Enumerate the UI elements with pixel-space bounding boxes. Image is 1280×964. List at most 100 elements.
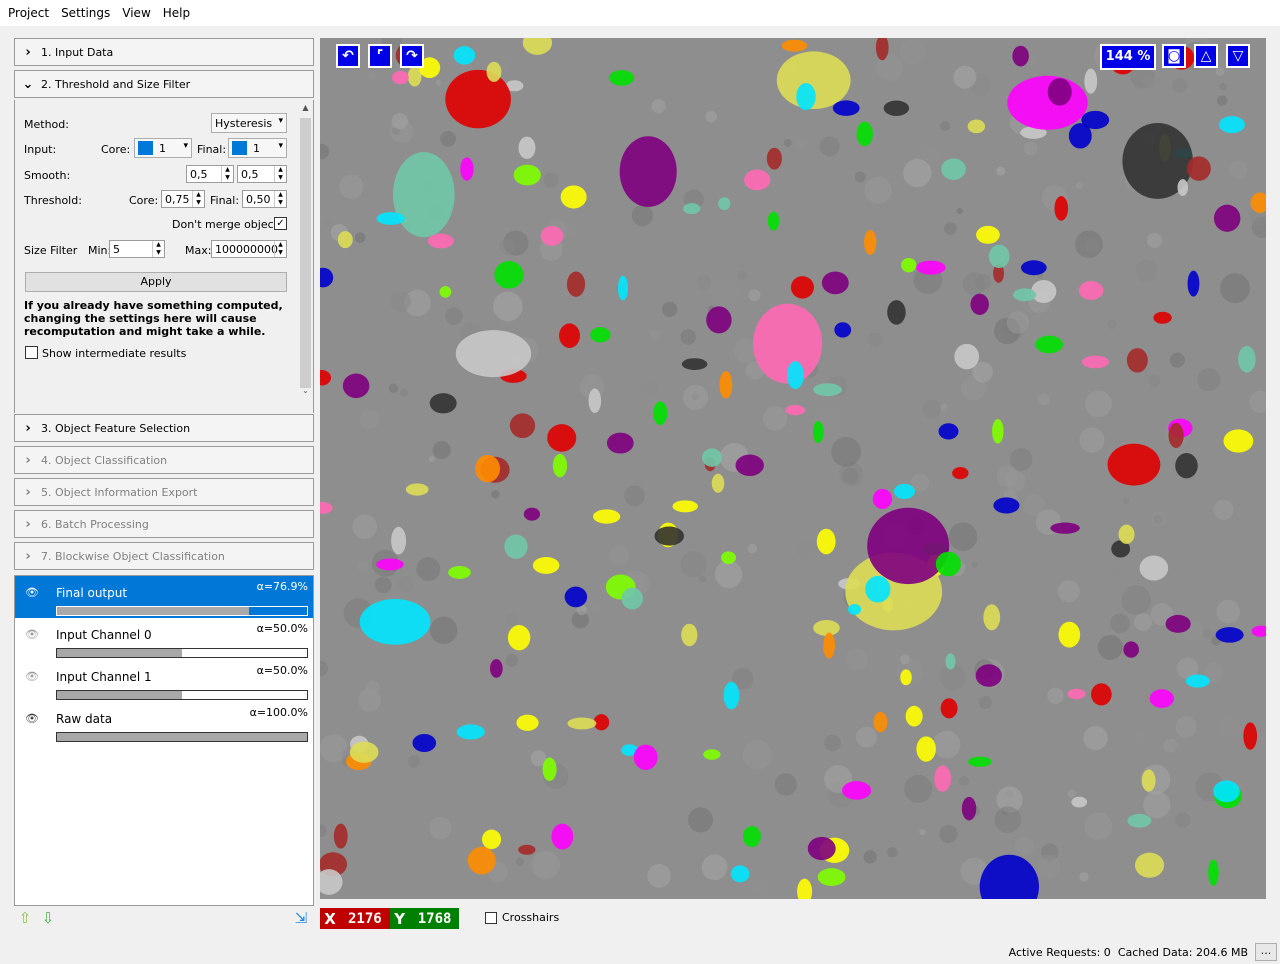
- eye-icon[interactable]: 👁: [25, 628, 39, 641]
- applet-object-information-export[interactable]: › 5. Object Information Export: [14, 478, 314, 506]
- applet-object-classification[interactable]: › 4. Object Classification: [14, 446, 314, 474]
- layer-opacity-label: α=50.0%: [256, 622, 308, 635]
- applet-label: 5. Object Information Export: [41, 485, 198, 499]
- spin-arrows-icon[interactable]: ▲ ▼: [274, 166, 286, 182]
- applet-label: 7. Blockwise Object Classification: [41, 549, 225, 563]
- export-layer-icon[interactable]: ⇲: [291, 908, 311, 928]
- chevron-right-icon: ›: [25, 548, 31, 564]
- chevron-down-icon: ▾: [278, 141, 283, 151]
- method-select[interactable]: Hysteresis ▾: [211, 113, 287, 133]
- applet-blockwise-object-classification[interactable]: › 7. Blockwise Object Classification: [14, 542, 314, 570]
- triangle-up-icon[interactable]: △: [1194, 44, 1218, 68]
- fit-view-icon[interactable]: ⌜: [368, 44, 392, 68]
- opacity-fill: [57, 607, 250, 615]
- image-viewer[interactable]: ↶ ⌜ ↷ 144 % ◙ △ ▽: [320, 38, 1266, 899]
- layer-name: Input Channel 1: [56, 670, 152, 684]
- applet-batch-processing[interactable]: › 6. Batch Processing: [14, 510, 314, 538]
- opacity-slider[interactable]: [56, 690, 308, 700]
- core-input-label: Core:: [101, 143, 131, 156]
- max-size-spinbox[interactable]: 100000000 ▲ ▼: [211, 240, 287, 258]
- applet-threshold-size-filter[interactable]: ⌄ 2. Threshold and Size Filter: [14, 70, 314, 98]
- opacity-fill: [57, 649, 182, 657]
- triangle-down-icon[interactable]: ▽: [1226, 44, 1250, 68]
- smooth-x-value: 0,5: [190, 167, 208, 181]
- opacity-slider[interactable]: [56, 648, 308, 658]
- applet-object-feature-selection[interactable]: › 3. Object Feature Selection: [14, 414, 314, 442]
- status-more-button[interactable]: ...: [1255, 943, 1277, 961]
- y-letter: Y: [394, 909, 406, 928]
- menu-settings[interactable]: Settings: [55, 0, 116, 26]
- spin-arrows-icon[interactable]: ▲ ▼: [274, 191, 286, 207]
- spin-arrows-icon[interactable]: ▲ ▼: [274, 241, 286, 257]
- chevron-right-icon: ›: [25, 484, 31, 500]
- threshold-final-label: Final:: [210, 194, 240, 207]
- camera-icon[interactable]: ◙: [1162, 44, 1186, 68]
- crosshairs-label: Crosshairs: [502, 911, 560, 924]
- applet-label: 4. Object Classification: [41, 453, 168, 467]
- channel-color-swatch: [138, 141, 153, 155]
- layer-name: Final output: [56, 586, 128, 600]
- threshold-final-value: 0,50: [246, 192, 271, 206]
- menu-view[interactable]: View: [116, 0, 156, 26]
- apply-button[interactable]: Apply: [25, 272, 287, 292]
- chevron-right-icon: ›: [25, 452, 31, 468]
- applet-label: 2. Threshold and Size Filter: [41, 77, 191, 91]
- show-intermediate-checkbox[interactable]: [25, 346, 38, 359]
- threshold-core-spinbox[interactable]: 0,75 ▲ ▼: [161, 190, 205, 208]
- smooth-x-spinbox[interactable]: 0,5 ▲ ▼: [186, 165, 234, 183]
- spin-arrows-icon[interactable]: ▲ ▼: [152, 241, 164, 257]
- size-filter-label: Size Filter: [24, 244, 78, 257]
- show-intermediate-label: Show intermediate results: [42, 347, 187, 360]
- layer-row-input-channel-1[interactable]: 👁 Input Channel 1 α=50.0%: [15, 660, 313, 702]
- move-layer-down-icon[interactable]: ⇩: [38, 908, 58, 928]
- crosshairs-checkbox[interactable]: [485, 911, 497, 924]
- final-channel-value: 1: [253, 141, 260, 155]
- scroll-down-icon[interactable]: ⌄: [298, 383, 313, 399]
- crosshairs-toggle[interactable]: Crosshairs: [485, 911, 559, 924]
- spin-arrows-icon[interactable]: ▲ ▼: [192, 191, 204, 207]
- undo-icon[interactable]: ↶: [336, 44, 360, 68]
- opacity-slider[interactable]: [56, 606, 308, 616]
- coordinate-display: X 2176 Y 1768: [320, 908, 460, 929]
- x-coordinate[interactable]: X 2176: [320, 908, 390, 929]
- core-channel-select[interactable]: 1 ▾: [134, 138, 192, 158]
- chevron-down-icon: ▾: [278, 116, 283, 126]
- redo-icon[interactable]: ↷: [400, 44, 424, 68]
- applet-label: 1. Input Data: [41, 45, 114, 59]
- layer-row-final-output[interactable]: 👁 Final output α=76.9%: [15, 576, 313, 618]
- move-layer-up-icon[interactable]: ⇧: [15, 908, 35, 928]
- layer-name: Raw data: [56, 712, 113, 726]
- eye-icon[interactable]: 👁: [25, 712, 39, 725]
- applet-input-data[interactable]: › 1. Input Data: [14, 38, 314, 66]
- zoom-level[interactable]: 144 %: [1100, 44, 1156, 70]
- statusbar: Active Requests: 0 Cached Data: 204.6 MB…: [0, 940, 1280, 964]
- eye-icon[interactable]: 👁: [25, 586, 39, 599]
- menu-project[interactable]: Project: [2, 0, 55, 26]
- layer-row-raw-data[interactable]: 👁 Raw data α=100.0%: [15, 702, 313, 744]
- opacity-fill: [57, 691, 182, 699]
- menu-help[interactable]: Help: [157, 0, 196, 26]
- eye-icon[interactable]: 👁: [25, 670, 39, 683]
- applet-label: 3. Object Feature Selection: [41, 421, 191, 435]
- threshold-label: Threshold:: [24, 194, 82, 207]
- min-size-spinbox[interactable]: 5 ▲ ▼: [109, 240, 165, 258]
- scroll-up-icon[interactable]: ▲: [298, 100, 313, 116]
- x-letter: X: [324, 909, 336, 928]
- opacity-slider[interactable]: [56, 732, 308, 742]
- y-coordinate[interactable]: Y 1768: [389, 908, 460, 929]
- chevron-right-icon: ›: [25, 44, 31, 60]
- chevron-down-icon: ▾: [183, 141, 188, 151]
- scrollbar-thumb[interactable]: [300, 118, 311, 388]
- smooth-y-spinbox[interactable]: 0,5 ▲ ▼: [237, 165, 287, 183]
- dont-merge-label: Don't merge objects: [172, 218, 284, 231]
- min-label: Min:: [88, 244, 112, 257]
- chevron-down-icon: ⌄: [22, 76, 34, 92]
- threshold-final-spinbox[interactable]: 0,50 ▲ ▼: [242, 190, 287, 208]
- layer-row-input-channel-0[interactable]: 👁 Input Channel 0 α=50.0%: [15, 618, 313, 660]
- spin-arrows-icon[interactable]: ▲ ▼: [221, 166, 233, 182]
- settings-scrollbar[interactable]: ▲ ⌄: [298, 100, 313, 413]
- recompute-warning: If you already have something computed, …: [24, 299, 283, 338]
- threshold-settings-body: Method: Hysteresis ▾ Input: Core: 1 ▾ Fi…: [14, 100, 314, 413]
- dont-merge-checkbox[interactable]: ✓: [274, 217, 287, 230]
- final-channel-select[interactable]: 1 ▾: [228, 138, 287, 158]
